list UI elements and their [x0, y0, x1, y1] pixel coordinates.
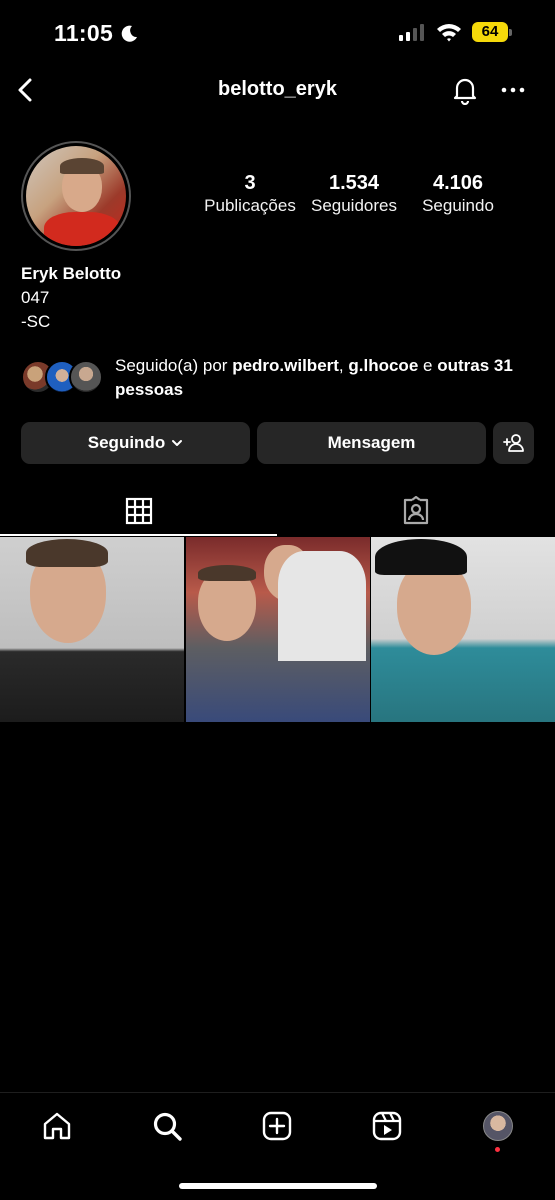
notification-dot [495, 1147, 500, 1152]
profile-tabs [0, 486, 555, 536]
cellular-signal-icon [399, 24, 424, 41]
nav-home[interactable] [40, 1109, 74, 1143]
mutual-avatar [69, 360, 103, 394]
mutual-user-link[interactable]: g.lhocoe [348, 356, 418, 375]
profile-avatar-small [483, 1111, 513, 1141]
posts-count: 3 [244, 172, 256, 194]
add-user-icon [502, 434, 524, 452]
posts-grid [0, 537, 555, 722]
post-thumbnail[interactable] [0, 537, 184, 722]
avatar-image [26, 146, 126, 246]
profile-header: belotto_eryk [0, 66, 555, 116]
battery-indicator: 64 [472, 22, 512, 42]
posts-label: Publicações [204, 196, 296, 215]
bell-icon[interactable] [450, 75, 480, 105]
following-label: Seguindo [422, 196, 494, 215]
battery-level: 64 [472, 22, 508, 42]
profile-avatar[interactable] [21, 141, 131, 251]
status-bar: 11:05 64 [0, 0, 555, 66]
active-tab-indicator [0, 534, 277, 536]
suggested-users-button[interactable] [493, 422, 534, 464]
more-horizontal-icon[interactable] [500, 79, 526, 101]
following-button-label: Seguindo [87, 433, 166, 452]
home-icon [43, 1112, 71, 1140]
grid-icon [125, 497, 152, 525]
nav-profile[interactable] [481, 1109, 515, 1143]
followed-by-text: Seguido(a) por pedro.wilbert, g.lhocoe e… [115, 356, 513, 399]
plus-square-icon [262, 1111, 292, 1141]
following-button[interactable]: Seguindo [21, 422, 250, 464]
post-thumbnail[interactable] [371, 537, 555, 722]
followed-by[interactable]: Seguido(a) por pedro.wilbert, g.lhocoe e… [21, 354, 541, 402]
stat-followers[interactable]: 1.534 Seguidores [304, 172, 404, 218]
profile-bio: Eryk Belotto 047 -SC [21, 262, 121, 334]
tab-posts-grid[interactable] [0, 486, 277, 536]
following-count: 4.106 [432, 172, 484, 194]
reels-icon [372, 1111, 402, 1141]
message-button-label: Mensagem [327, 433, 416, 452]
wifi-icon [437, 24, 461, 42]
time-text: 11:05 [54, 20, 114, 46]
post-thumbnail[interactable] [186, 537, 370, 722]
followers-label: Seguidores [310, 196, 397, 215]
nav-search[interactable] [150, 1109, 184, 1143]
bio-line: 047 [21, 288, 50, 307]
tagged-person-icon [403, 496, 429, 525]
search-icon [153, 1112, 182, 1141]
profile-full-name: Eryk Belotto [21, 264, 122, 283]
moon-icon [121, 25, 138, 42]
bio-line: -SC [21, 312, 51, 331]
home-indicator [179, 1183, 377, 1189]
nav-reels[interactable] [370, 1109, 404, 1143]
chevron-down-icon [172, 440, 183, 446]
stat-following[interactable]: 4.106 Seguindo [408, 172, 508, 218]
mutual-user-link[interactable]: pedro.wilbert [232, 356, 339, 375]
tab-tagged[interactable] [277, 486, 555, 536]
followers-count: 1.534 [328, 172, 380, 194]
message-button[interactable]: Mensagem [257, 422, 486, 464]
stat-posts[interactable]: 3 Publicações [200, 172, 300, 218]
status-time: 11:05 [54, 20, 139, 47]
nav-create[interactable] [260, 1109, 294, 1143]
